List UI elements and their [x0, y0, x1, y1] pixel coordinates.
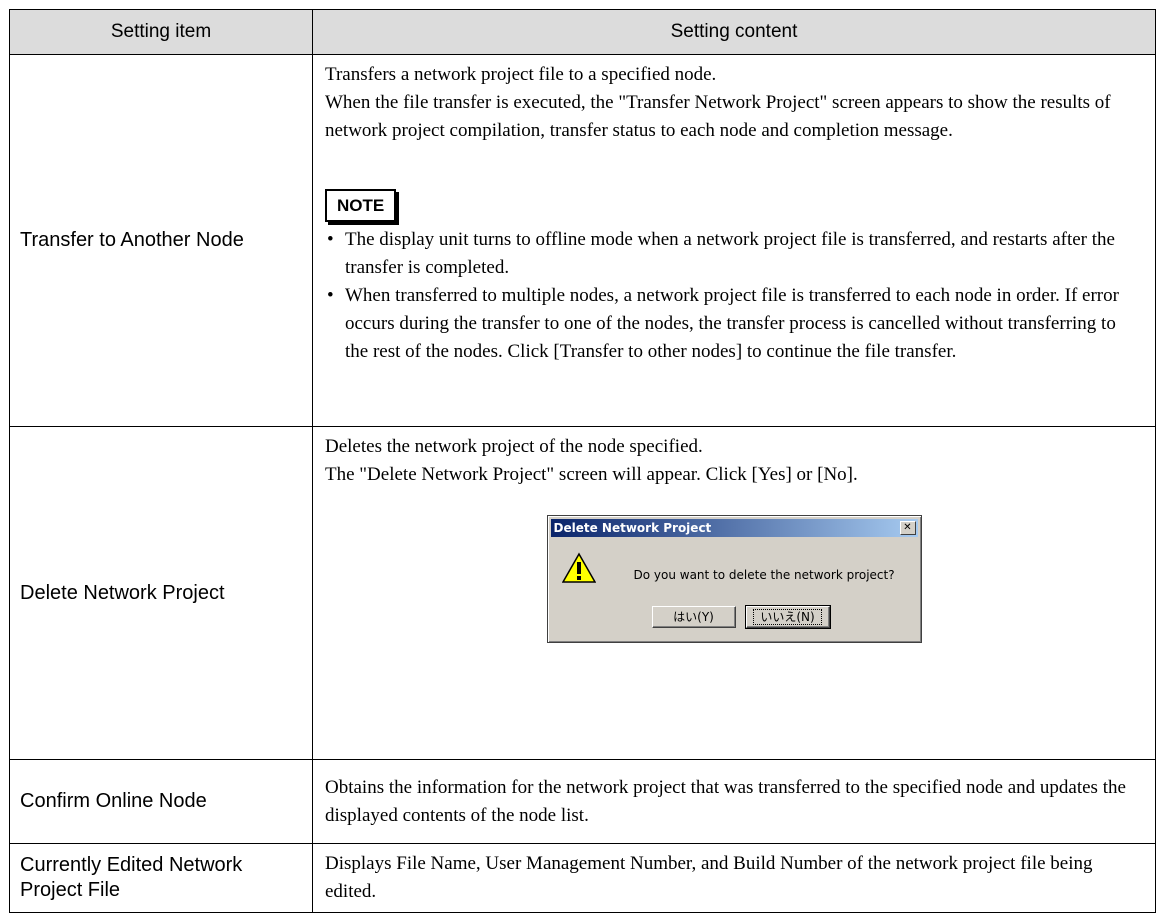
no-button-label: いいえ(N) — [753, 609, 822, 625]
table-row: Transfer to Another Node Transfers a net… — [9, 54, 1156, 427]
header-setting-content: Setting content — [312, 9, 1156, 55]
row-item-confirm: Confirm Online Node — [9, 759, 313, 844]
header-setting-item: Setting item — [9, 9, 313, 55]
dialog-title-bar: Delete Network Project ✕ — [550, 519, 918, 537]
row-item-delete: Delete Network Project — [9, 426, 313, 760]
content-line: Transfers a network project file to a sp… — [325, 64, 717, 85]
no-button[interactable]: いいえ(N) — [744, 605, 831, 629]
dialog-title: Delete Network Project — [553, 521, 712, 535]
table-row: Currently Edited Network Project File Di… — [9, 843, 1156, 913]
warning-icon — [561, 552, 596, 583]
table-row: Confirm Online Node Obtains the informat… — [9, 759, 1156, 844]
row-item-current-file: Currently Edited Network Project File — [9, 843, 313, 913]
note-bullet: The display unit turns to offline mode w… — [325, 226, 1143, 282]
table-row: Delete Network Project Deletes the netwo… — [9, 426, 1156, 760]
dialog-message: Do you want to delete the network projec… — [633, 568, 895, 582]
delete-network-project-dialog: Delete Network Project ✕ Do you want to … — [546, 515, 922, 643]
note-label: NOTE — [325, 189, 397, 222]
yes-button-label: はい(Y) — [673, 610, 714, 624]
note-bullet: When transferred to multiple nodes, a ne… — [325, 282, 1143, 366]
row-content-current-file: Displays File Name, User Management Numb… — [312, 843, 1156, 913]
note-bullet-list: The display unit turns to offline mode w… — [325, 226, 1143, 366]
row-content-transfer: Transfers a network project file to a sp… — [312, 54, 1156, 427]
content-line: When the file transfer is executed, the … — [325, 92, 1111, 141]
row-content-delete: Deletes the network project of the node … — [312, 426, 1156, 760]
yes-button[interactable]: はい(Y) — [651, 606, 736, 628]
row-content-confirm: Obtains the information for the network … — [312, 759, 1156, 844]
settings-table: Setting item Setting content Transfer to… — [9, 9, 1156, 913]
content-line: The "Delete Network Project" screen will… — [325, 464, 858, 485]
close-icon[interactable]: ✕ — [899, 521, 916, 535]
row-item-transfer: Transfer to Another Node — [9, 54, 313, 427]
content-line: Deletes the network project of the node … — [325, 436, 703, 457]
table-header-row: Setting item Setting content — [9, 9, 1156, 55]
